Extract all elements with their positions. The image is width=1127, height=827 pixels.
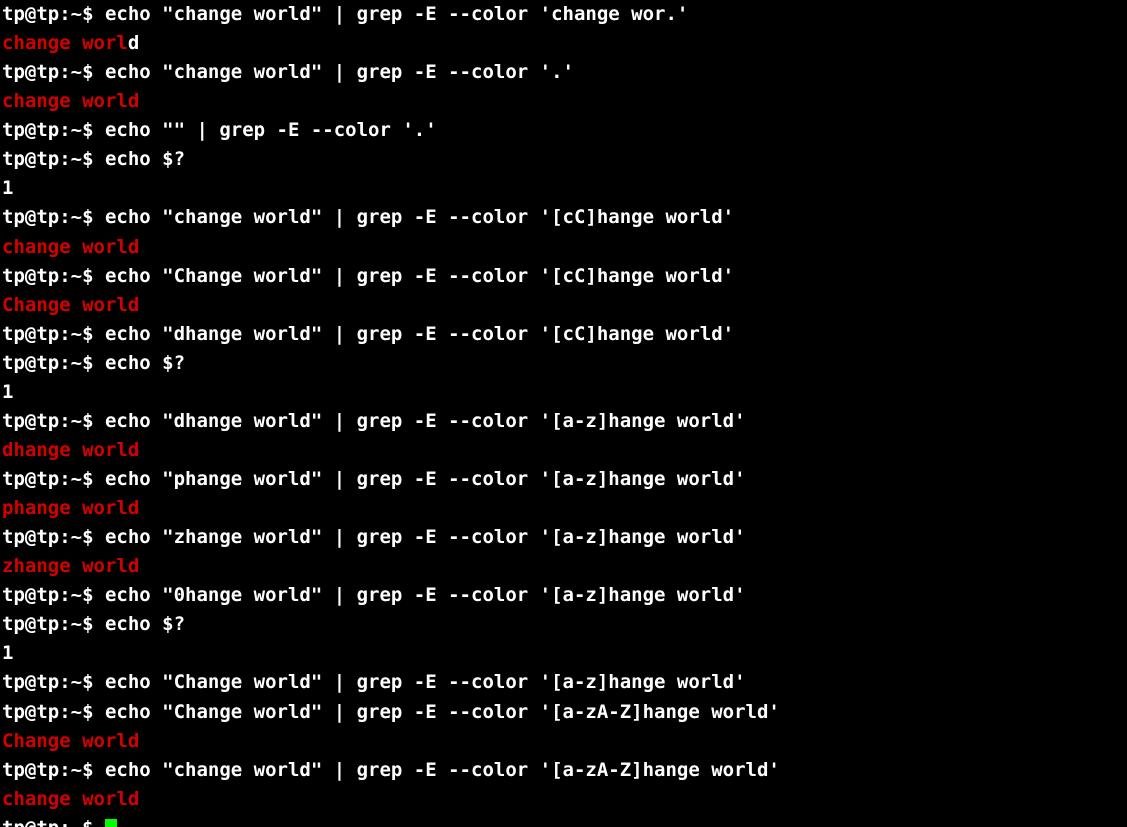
prompt: tp@tp:~$ xyxy=(2,468,105,490)
prompt: tp@tp:~$ xyxy=(2,148,105,170)
prompt: tp@tp:~$ xyxy=(2,526,105,548)
terminal-line: tp@tp:~$ echo "Change world" | grep -E -… xyxy=(2,668,1125,697)
prompt: tp@tp:~$ xyxy=(2,119,105,141)
command-text: echo "zhange world" | grep -E --color '[… xyxy=(105,526,746,548)
prompt: tp@tp:~$ xyxy=(2,323,105,345)
terminal-line: phange world xyxy=(2,494,1125,523)
command-text: echo "Change world" | grep -E --color '[… xyxy=(105,671,746,693)
grep-match: zhange world xyxy=(2,555,139,577)
terminal[interactable]: tp@tp:~$ echo "change world" | grep -E -… xyxy=(0,0,1127,827)
command-text: echo "dhange world" | grep -E --color '[… xyxy=(105,410,746,432)
prompt: tp@tp:~$ xyxy=(2,817,105,827)
prompt: tp@tp:~$ xyxy=(2,671,105,693)
terminal-line: Change world xyxy=(2,727,1125,756)
prompt: tp@tp:~$ xyxy=(2,410,105,432)
command-text: echo $? xyxy=(105,148,185,170)
terminal-line: 1 xyxy=(2,378,1125,407)
terminal-line: tp@tp:~$ echo $? xyxy=(2,145,1125,174)
grep-match: phange world xyxy=(2,497,139,519)
terminal-line: tp@tp:~$ echo "dhange world" | grep -E -… xyxy=(2,320,1125,349)
output-text: 1 xyxy=(2,642,13,664)
output-text: 1 xyxy=(2,381,13,403)
grep-match: change world xyxy=(2,236,139,258)
terminal-line: tp@tp:~$ echo "change world" | grep -E -… xyxy=(2,203,1125,232)
terminal-line: change world xyxy=(2,87,1125,116)
terminal-line: tp@tp:~$ xyxy=(2,814,1125,827)
terminal-line: tp@tp:~$ echo "0hange world" | grep -E -… xyxy=(2,581,1125,610)
terminal-line: tp@tp:~$ echo "change world" | grep -E -… xyxy=(2,756,1125,785)
terminal-line: tp@tp:~$ echo "change world" | grep -E -… xyxy=(2,0,1125,29)
terminal-line: dhange world xyxy=(2,436,1125,465)
command-text: echo "" | grep -E --color '.' xyxy=(105,119,437,141)
command-text: echo "0hange world" | grep -E --color '[… xyxy=(105,584,746,606)
output-text: 1 xyxy=(2,177,13,199)
command-text: echo "phange world" | grep -E --color '[… xyxy=(105,468,746,490)
command-text: echo "change world" | grep -E --color 'c… xyxy=(105,3,688,25)
terminal-line: change world xyxy=(2,29,1125,58)
command-text: echo "change world" | grep -E --color '[… xyxy=(105,759,780,781)
cursor[interactable] xyxy=(105,819,117,827)
terminal-line: tp@tp:~$ echo "change world" | grep -E -… xyxy=(2,58,1125,87)
prompt: tp@tp:~$ xyxy=(2,265,105,287)
grep-match: Change world xyxy=(2,730,139,752)
grep-match: Change world xyxy=(2,294,139,316)
command-text: echo $? xyxy=(105,613,185,635)
prompt: tp@tp:~$ xyxy=(2,61,105,83)
terminal-line: tp@tp:~$ echo "phange world" | grep -E -… xyxy=(2,465,1125,494)
prompt: tp@tp:~$ xyxy=(2,759,105,781)
terminal-line: 1 xyxy=(2,174,1125,203)
prompt: tp@tp:~$ xyxy=(2,3,105,25)
terminal-line: tp@tp:~$ echo "dhange world" | grep -E -… xyxy=(2,407,1125,436)
terminal-line: zhange world xyxy=(2,552,1125,581)
prompt: tp@tp:~$ xyxy=(2,613,105,635)
prompt: tp@tp:~$ xyxy=(2,701,105,723)
terminal-line: tp@tp:~$ echo $? xyxy=(2,349,1125,378)
command-text: echo "change world" | grep -E --color '[… xyxy=(105,206,734,228)
terminal-line: tp@tp:~$ echo "Change world" | grep -E -… xyxy=(2,698,1125,727)
terminal-line: 1 xyxy=(2,639,1125,668)
terminal-line: tp@tp:~$ echo "zhange world" | grep -E -… xyxy=(2,523,1125,552)
terminal-line: tp@tp:~$ echo "" | grep -E --color '.' xyxy=(2,116,1125,145)
prompt: tp@tp:~$ xyxy=(2,352,105,374)
terminal-line: change world xyxy=(2,785,1125,814)
command-text: echo "dhange world" | grep -E --color '[… xyxy=(105,323,734,345)
grep-match: change worl xyxy=(2,32,128,54)
grep-match: change world xyxy=(2,788,139,810)
terminal-line: tp@tp:~$ echo "Change world" | grep -E -… xyxy=(2,262,1125,291)
command-text: echo "Change world" | grep -E --color '[… xyxy=(105,701,780,723)
grep-match: dhange world xyxy=(2,439,139,461)
prompt: tp@tp:~$ xyxy=(2,206,105,228)
terminal-line: change world xyxy=(2,233,1125,262)
terminal-line: Change world xyxy=(2,291,1125,320)
command-text: echo $? xyxy=(105,352,185,374)
command-text: echo "change world" | grep -E --color '.… xyxy=(105,61,574,83)
grep-match: change world xyxy=(2,90,139,112)
prompt: tp@tp:~$ xyxy=(2,584,105,606)
command-text: echo "Change world" | grep -E --color '[… xyxy=(105,265,734,287)
terminal-line: tp@tp:~$ echo $? xyxy=(2,610,1125,639)
output-text: d xyxy=(128,32,139,54)
